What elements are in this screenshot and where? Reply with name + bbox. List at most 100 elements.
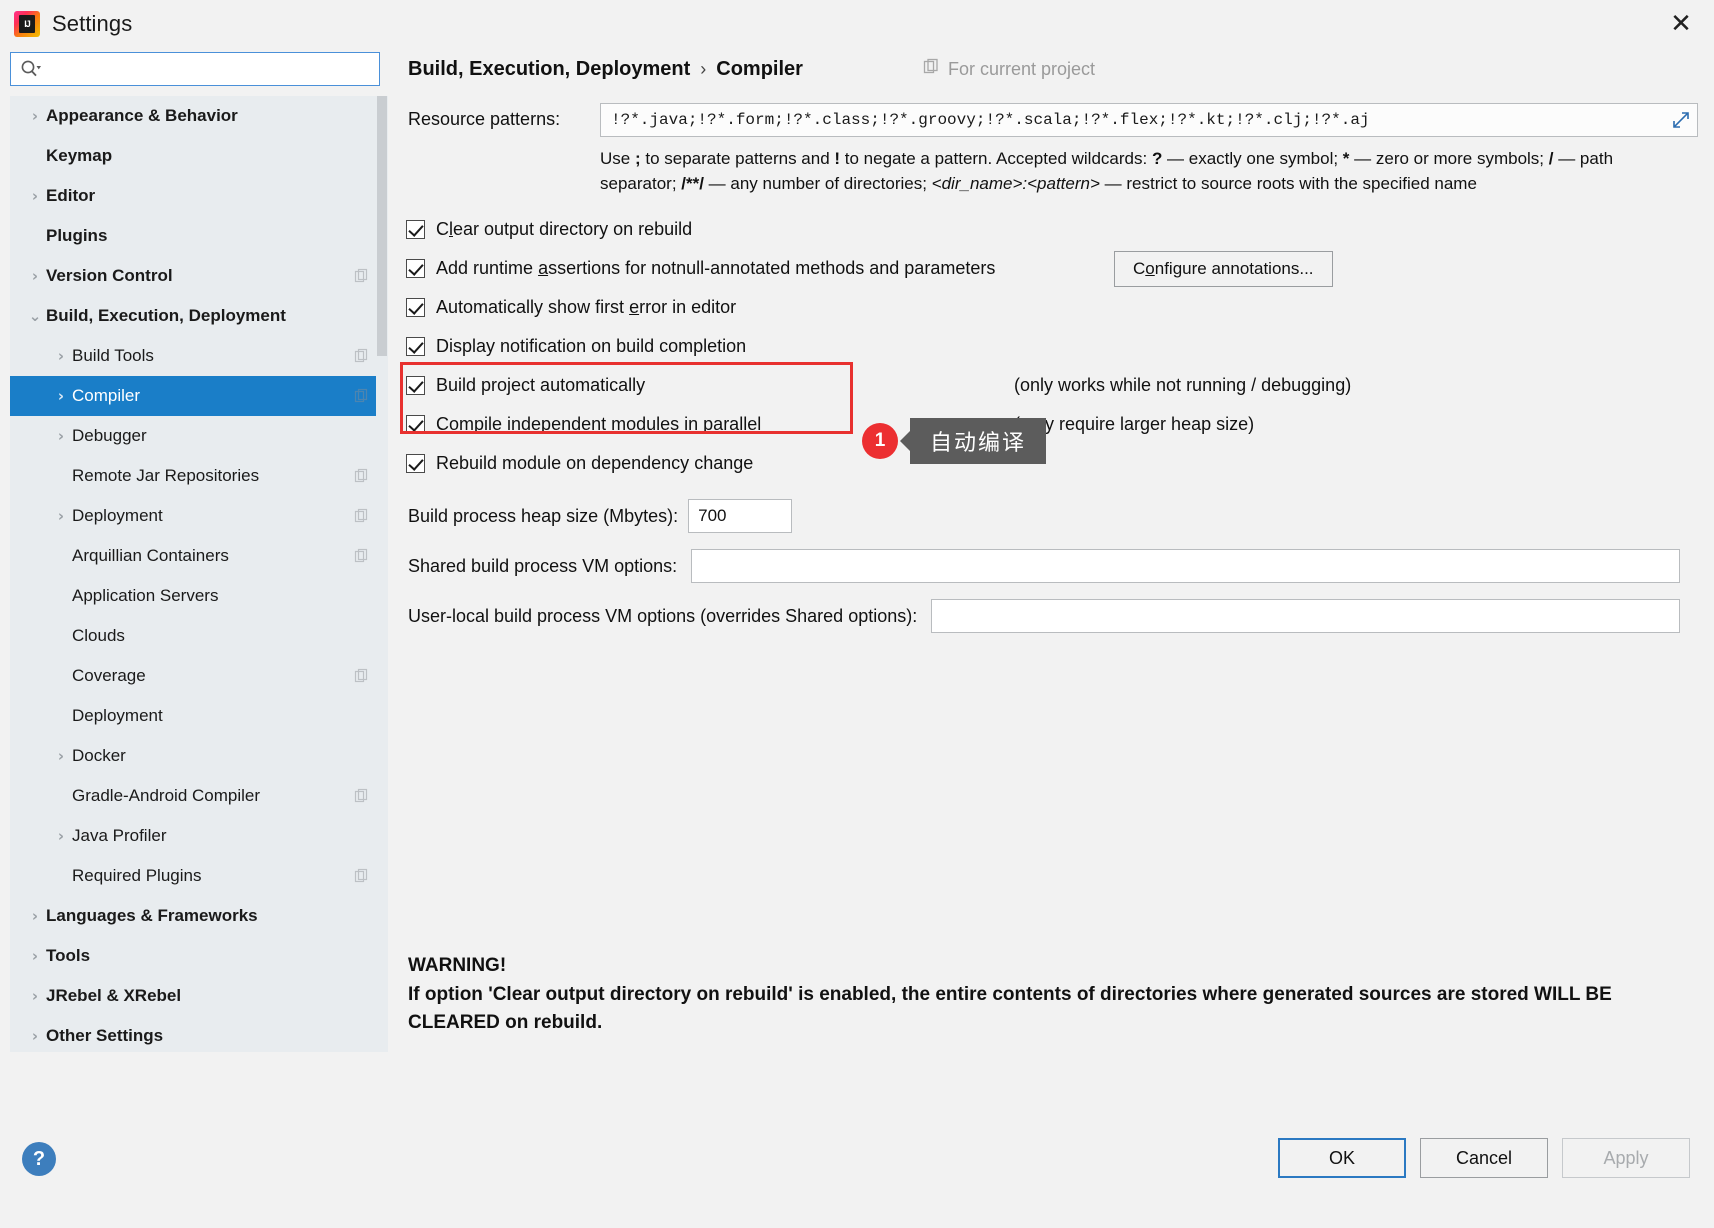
sidebar-item-label: Build Tools (72, 346, 154, 365)
sidebar-item-deployment[interactable]: ›Deployment (10, 496, 388, 536)
search-box[interactable] (10, 52, 380, 86)
resource-patterns-field[interactable]: !?*.java;!?*.form;!?*.class;!?*.groovy;!… (600, 103, 1698, 137)
userlocal-vm-input[interactable] (931, 599, 1680, 634)
sidebar-item-jrebel-xrebel[interactable]: › JRebel & XRebel (10, 976, 388, 1016)
checkbox-clear-output-directory-on-rebuild[interactable] (406, 220, 425, 240)
sidebar-item-clouds[interactable]: ›Clouds (10, 616, 388, 656)
breadcrumb-root[interactable]: Build, Execution, Deployment (408, 58, 690, 81)
chevron-right-icon[interactable]: › (24, 188, 46, 204)
checkbox-add-runtime-assertions-for-notnull-annot[interactable] (406, 259, 425, 279)
sidebar-item-label: Required Plugins (72, 866, 202, 885)
warning-body: If option 'Clear output directory on reb… (408, 983, 1612, 1034)
shared-vm-label: Shared build process VM options: (408, 555, 678, 576)
sidebar-item-gradle-android-compiler[interactable]: ›Gradle-Android Compiler (10, 776, 388, 816)
sidebar-item-keymap[interactable]: ›Keymap (10, 136, 388, 176)
sidebar-item-required-plugins[interactable]: ›Required Plugins (10, 856, 388, 896)
checkbox-row-display-notification-on-build-completion[interactable]: Display notification on build completion (406, 327, 1698, 366)
chevron-right-icon[interactable]: › (24, 1028, 46, 1044)
heap-size-input[interactable]: 700 (688, 499, 793, 534)
sidebar-item-compiler[interactable]: › Compiler (10, 376, 388, 416)
hint-text: — zero or more symbols; (1349, 149, 1549, 168)
checkbox-label: Display notification on build completion (436, 336, 746, 357)
settings-tree[interactable]: ›Appearance & Behavior›Keymap›Editor›Plu… (10, 96, 388, 1052)
warning-title: WARNING! (408, 955, 507, 976)
sidebar-item-debugger[interactable]: › Debugger (10, 416, 388, 456)
checkbox-label-part: Add runtime (436, 258, 539, 279)
sidebar-item-application-servers[interactable]: ›Application Servers (10, 576, 388, 616)
chevron-right-icon[interactable]: › (50, 388, 72, 404)
sidebar-scrollbar[interactable] (376, 96, 388, 1052)
annotation-tooltip: 自动编译 (899, 418, 1047, 465)
project-scope-icon (354, 788, 370, 804)
ok-button[interactable]: OK (1278, 1138, 1406, 1178)
checkbox-display-notification-on-build-completion[interactable] (406, 337, 425, 357)
sidebar-item-other-settings[interactable]: › Other Settings (10, 1016, 388, 1052)
chevron-down-icon[interactable]: ⌄ (24, 308, 46, 324)
sidebar-item-deployment[interactable]: ›Deployment (10, 696, 388, 736)
sidebar-item-coverage[interactable]: ›Coverage (10, 656, 388, 696)
chevron-right-icon[interactable]: › (50, 428, 72, 444)
sidebar-item-label: Deployment (72, 706, 163, 725)
checkbox-compile-independent-modules-in-parallel[interactable] (406, 415, 425, 435)
chevron-right-icon[interactable]: › (24, 268, 46, 284)
resource-patterns-value: !?*.java;!?*.form;!?*.class;!?*.groovy;!… (611, 111, 1370, 129)
checkbox-label-part: C (436, 219, 449, 240)
sidebar-item-label: Clouds (72, 626, 125, 645)
expand-icon[interactable] (1672, 111, 1690, 129)
sidebar-item-java-profiler[interactable]: › Java Profiler (10, 816, 388, 856)
chevron-right-icon[interactable]: › (50, 348, 72, 364)
checkbox-build-project-automatically[interactable] (406, 376, 425, 396)
warning-block: WARNING! If option 'Clear output directo… (408, 952, 1682, 1038)
checkbox-row-clear-output-directory-on-rebuild[interactable]: Clear output directory on rebuild (406, 210, 1698, 249)
checkbox-label-part: Rebuild module on dependency change (436, 453, 754, 474)
chevron-right-icon[interactable]: › (50, 748, 72, 764)
chevron-right-icon[interactable]: › (50, 828, 72, 844)
sidebar-item-build-execution-deployment[interactable]: ⌄ Build, Execution, Deployment (10, 296, 388, 336)
checkbox-row-automatically-show-first-error-in-editor[interactable]: Automatically show first error in editor (406, 288, 1698, 327)
checkbox-label-part: ssertions for notnull-annotated methods … (548, 258, 996, 279)
apply-button[interactable]: Apply (1562, 1138, 1690, 1178)
checkbox-row-build-project-automatically[interactable]: Build project automatically (only works w… (406, 366, 1698, 405)
sidebar-item-plugins[interactable]: ›Plugins (10, 216, 388, 256)
sidebar-item-appearance-behavior[interactable]: › Appearance & Behavior (10, 96, 388, 136)
sidebar-item-build-tools[interactable]: › Build Tools (10, 336, 388, 376)
sidebar-item-remote-jar-repositories[interactable]: ›Remote Jar Repositories (10, 456, 388, 496)
checkbox-label-part: Build project automatically (436, 375, 646, 396)
close-icon[interactable]: ✕ (1648, 0, 1714, 48)
checkbox-label-part: Compile independent modules in parallel (436, 414, 762, 435)
configure-annotations-button[interactable]: Co nfigure annotations... (1114, 250, 1333, 287)
project-scope-icon (354, 548, 370, 564)
checkbox-row-add-runtime-assertions-for-notnull-annot[interactable]: Add runtime assertions for notnull-annot… (406, 249, 1698, 288)
shared-vm-input[interactable] (691, 549, 1680, 584)
button-label-mnemonic: o (1145, 258, 1155, 278)
sidebar-item-version-control[interactable]: › Version Control (10, 256, 388, 296)
sidebar-item-editor[interactable]: › Editor (10, 176, 388, 216)
sidebar-item-docker[interactable]: › Docker (10, 736, 388, 776)
sidebar-item-label: Deployment (72, 506, 163, 525)
sidebar-item-label: Java Profiler (72, 826, 167, 845)
chevron-right-icon[interactable]: › (24, 988, 46, 1004)
checkbox-label: Add runtime assertions for notnull-annot… (436, 258, 995, 279)
sidebar-scrollbar-thumb[interactable] (377, 96, 387, 356)
hint-text: Use (600, 149, 635, 168)
chevron-right-icon[interactable]: › (50, 508, 72, 524)
chevron-right-icon[interactable]: › (24, 908, 46, 924)
sidebar-item-languages-frameworks[interactable]: › Languages & Frameworks (10, 896, 388, 936)
checkbox-row-compile-independent-modules-in-parallel[interactable]: Compile independent modules in parallel (… (406, 405, 1698, 444)
sidebar-item-label: Keymap (46, 146, 113, 165)
scope-note: For current project (923, 58, 1095, 80)
sidebar-item-tools[interactable]: › Tools (10, 936, 388, 976)
search-input[interactable] (42, 59, 379, 79)
logo-text: IJ (24, 19, 31, 29)
cancel-button[interactable]: Cancel (1420, 1138, 1548, 1178)
checkbox-automatically-show-first-error-in-editor[interactable] (406, 298, 425, 318)
sidebar-item-label: Remote Jar Repositories (72, 466, 260, 485)
help-button[interactable]: ? (22, 1142, 56, 1176)
sidebar-item-arquillian-containers[interactable]: ›Arquillian Containers (10, 536, 388, 576)
chevron-right-icon[interactable]: › (24, 948, 46, 964)
checkbox-row-rebuild-module-on-dependency-change[interactable]: Rebuild module on dependency change (406, 444, 1698, 483)
chevron-right-icon[interactable]: › (24, 108, 46, 124)
checkbox-label-mnemonic: e (629, 297, 640, 318)
checkbox-rebuild-module-on-dependency-change[interactable] (406, 454, 425, 474)
sidebar-item-label: Version Control (46, 266, 173, 285)
